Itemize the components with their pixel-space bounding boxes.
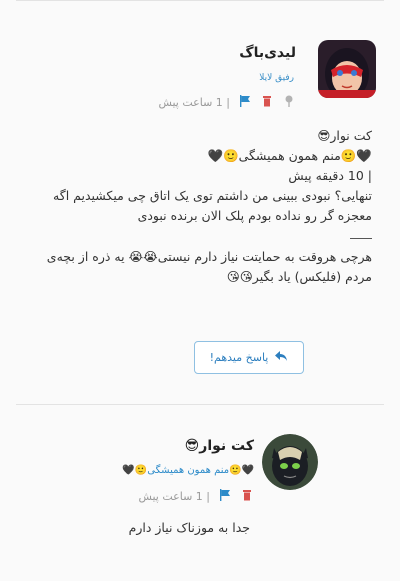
author-role: رفیق لایلا: [259, 73, 294, 83]
post-time: | 1 ساعت پیش: [158, 95, 230, 109]
author-name[interactable]: کت نوار😎: [185, 438, 254, 454]
quote-text: تنهایی؟ نبودی ببینی من داشتم توی یک اتاق…: [53, 188, 372, 223]
post-meta: | 1 ساعت پیش: [138, 489, 254, 503]
flag-icon[interactable]: [238, 95, 252, 109]
reply-text: هرچی هروقت به حمایتت نیاز دارم نیستی😭😭 ی…: [46, 249, 372, 284]
trash-icon[interactable]: [240, 489, 254, 503]
quote-time: | 10 دقیقه پیش: [288, 168, 372, 183]
post-meta: | 1 ساعت پیش: [158, 95, 296, 109]
separator: [350, 238, 372, 239]
post-time: | 1 ساعت پیش: [138, 489, 210, 503]
reply-arrow-icon: [274, 350, 288, 365]
flag-icon[interactable]: [218, 489, 232, 503]
reply-button[interactable]: پاسخ میدهم!: [194, 341, 304, 374]
quote-author: کت نوار😎: [317, 128, 372, 143]
avatar[interactable]: [262, 434, 318, 490]
quote-subtitle: 🖤🙂منم همون همیشگی🙂🖤: [207, 148, 372, 163]
post-body: جدا به موزناک نیاز دارم: [128, 520, 250, 535]
top-divider: [16, 0, 384, 1]
pin-icon[interactable]: [282, 95, 296, 109]
avatar[interactable]: [318, 40, 376, 98]
post-divider: [16, 404, 384, 405]
trash-icon[interactable]: [260, 95, 274, 109]
author-name[interactable]: لیدی‌باگ: [239, 45, 296, 61]
author-subtitle: 🖤🙂منم همون همیشگی🙂🖤: [122, 465, 254, 476]
post-body: کت نوار😎 🖤🙂منم همون همیشگی🙂🖤 | 10 دقیقه …: [38, 126, 372, 287]
reply-button-label: پاسخ میدهم!: [209, 351, 269, 364]
